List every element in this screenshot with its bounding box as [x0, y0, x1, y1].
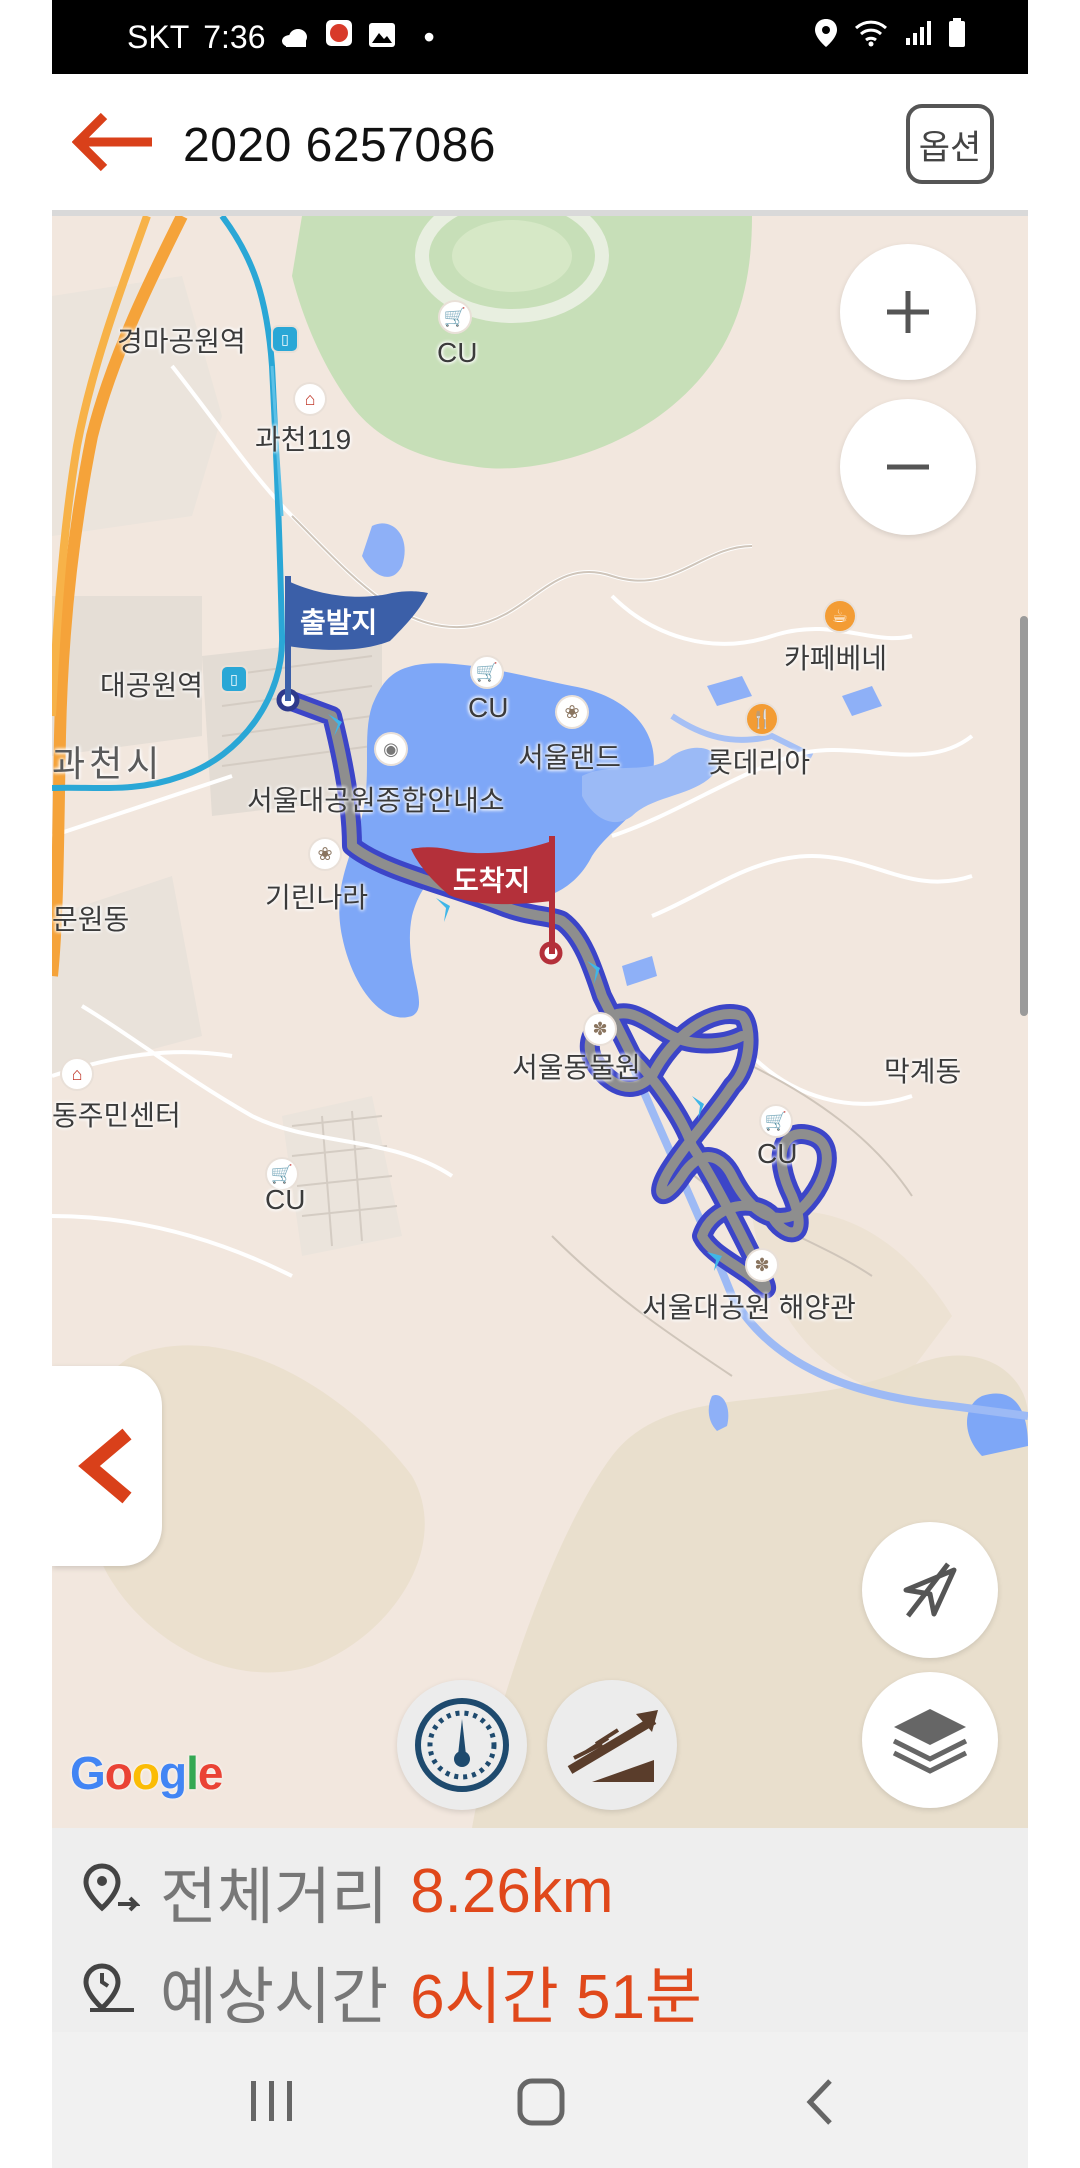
cafe-icon: ☕ [825, 601, 855, 631]
map-label: CU [468, 692, 509, 723]
compass-button[interactable] [862, 1522, 998, 1658]
battery-icon [948, 18, 966, 53]
zoom-out-button[interactable] [840, 399, 976, 535]
app-notification-icon [324, 18, 354, 56]
map-label: 과천시 [52, 743, 164, 784]
distance-value: 8.26km [410, 1856, 614, 1926]
government-icon: ⌂ [62, 1059, 92, 1089]
distance-row: 전체거리 8.26km [82, 1846, 614, 1936]
fire-station-icon: ⌂ [295, 384, 325, 414]
system-back-icon[interactable] [802, 2077, 838, 2127]
cloud-icon [280, 19, 310, 56]
end-flag-label: 도착지 [453, 865, 531, 896]
start-flag-label: 출발지 [300, 607, 378, 638]
system-nav-bar [52, 2032, 1028, 2168]
map-label: 서울랜드 [518, 742, 622, 773]
phone-screen: SKT 7:36 • 2020 6257086 옵션 출발지 도착지 🛒 ⌂ ▯… [52, 0, 1028, 2168]
subway-station-icon: ▯ [273, 327, 297, 351]
restaurant-icon: 🍴 [747, 704, 777, 734]
map-label: 과천119 [255, 424, 352, 455]
signal-icon [904, 20, 932, 51]
map-label: 대공원역 [100, 670, 204, 701]
end-flag-marker: 도착지 [407, 831, 567, 961]
scroll-indicator[interactable] [1020, 616, 1028, 1016]
layers-button[interactable] [862, 1672, 998, 1808]
map-label: 서울대공원 해양관 [642, 1292, 856, 1323]
carrier-label: SKT [127, 18, 190, 55]
plus-icon [887, 291, 929, 333]
compass-off-icon [903, 1562, 957, 1618]
more-notifications-dot: • [423, 18, 435, 55]
page-title: 2020 6257086 [183, 119, 496, 172]
map-label: 서울대공원종합안내소 [247, 785, 505, 816]
home-icon[interactable] [516, 2077, 566, 2127]
options-button[interactable]: 옵션 [906, 104, 994, 184]
speedometer-icon [415, 1698, 509, 1792]
route-distance-icon [83, 1863, 140, 1912]
map-label: 서울동물원 [512, 1052, 641, 1083]
map-view[interactable]: 출발지 도착지 🛒 ⌂ ▯ ▯ 🛒 ❀ ☕ 🍴 ◉ ❀ 🛒 🛒 ⌂ ✽ ✽ 경마… [52, 216, 1028, 1828]
store-icon: 🛒 [761, 1106, 791, 1136]
map-label: 동주민센터 [52, 1100, 181, 1131]
location-icon [814, 18, 838, 53]
start-flag-marker: 출발지 [280, 571, 430, 706]
gallery-icon [368, 19, 396, 56]
map-label: CU [265, 1184, 306, 1215]
map-label: 롯데리아 [707, 747, 811, 778]
status-bar: SKT 7:36 • [52, 0, 1028, 74]
tree-icon: ❀ [310, 839, 340, 869]
layers-icon [892, 1709, 968, 1774]
minus-icon [887, 464, 929, 470]
paw-icon: ✽ [585, 1014, 615, 1044]
paw-icon: ✽ [747, 1250, 777, 1280]
zoom-in-button[interactable] [840, 244, 976, 380]
back-arrow-icon[interactable] [71, 110, 156, 174]
route-time-icon [83, 1963, 134, 2012]
chevron-left-icon [78, 1428, 132, 1504]
app-bar: 2020 6257086 옵션 [52, 74, 1028, 216]
elevation-button[interactable] [547, 1680, 677, 1810]
store-icon: 🛒 [440, 302, 470, 332]
distance-label: 전체거리 [160, 1863, 389, 1932]
time-row: 예상시간 6시간 51분 [82, 1946, 702, 2036]
side-panel-toggle[interactable] [52, 1366, 162, 1566]
map-label: CU [437, 337, 478, 368]
map-label: 기린나라 [265, 882, 369, 913]
map-label: 경마공원역 [117, 326, 246, 357]
elevation-icon [567, 1710, 658, 1782]
store-icon: 🛒 [472, 657, 502, 687]
subway-station-icon: ▯ [222, 667, 246, 691]
time-label: 예상시간 [160, 1963, 389, 2032]
map-label: 문원동 [52, 904, 130, 935]
camera-icon: ◉ [376, 734, 406, 764]
route-info-panel: 전체거리 8.26km 예상시간 6시간 51분 [52, 1828, 1028, 2032]
google-attribution: Google [70, 1747, 223, 1799]
time-value: 6시간 51분 [410, 1963, 702, 2032]
time-label: 7:36 [203, 18, 266, 55]
speedometer-button[interactable] [397, 1680, 527, 1810]
map-label: CU [757, 1138, 798, 1169]
wifi-icon [854, 19, 888, 52]
map-label: 카페베네 [784, 643, 888, 674]
tree-icon: ❀ [557, 697, 587, 727]
map-label: 막계동 [884, 1056, 962, 1087]
recent-apps-icon[interactable] [247, 2077, 297, 2125]
